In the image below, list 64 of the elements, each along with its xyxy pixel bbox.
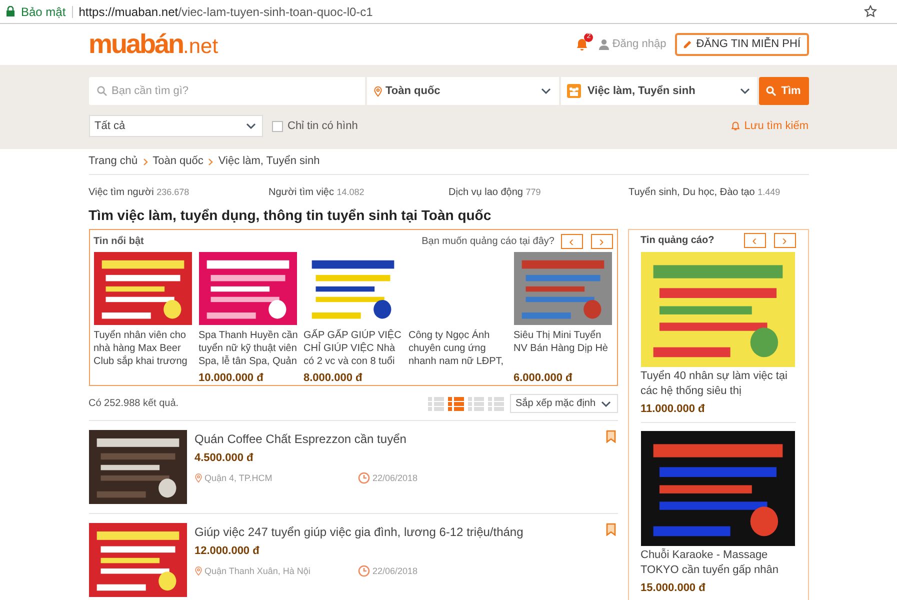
listing-title[interactable]: GẤP GẤP GIÚP VIỆC CHỈ GIÚP VIỆC Nhà có 2 vc và con 8 tuổi	[304, 329, 406, 368]
listing-date: 22/06/2018	[372, 564, 418, 578]
listing-title[interactable]: Quán Coffee Chất Esprezzon cần tuyển	[194, 430, 598, 448]
breadcrumb-link[interactable]: Toàn quốc	[152, 153, 204, 170]
category-link[interactable]: Tuyển sinh, Du học, Đào tạo 1.449	[628, 185, 808, 200]
location-pin-icon	[194, 566, 202, 576]
view-toggle-icon[interactable]	[448, 396, 464, 410]
listing-title[interactable]: Công ty Ngọc Ánh chuyên cung ứng nhanh nam nữ LĐPT,	[408, 329, 512, 368]
pencil-icon	[683, 40, 692, 49]
listing-price: 12.000.000 đ	[194, 544, 260, 559]
search-field[interactable]: Bạn cần tìm gì?	[88, 77, 364, 105]
chevron-right-icon	[208, 158, 214, 166]
listing-date: 22/06/2018	[372, 472, 418, 484]
listing-title[interactable]: Siêu Thị Mini Tuyển NV Bán Hàng Dịp Hè	[514, 329, 616, 368]
listing-price: 11.000.000 đ	[640, 402, 706, 417]
bell-icon	[731, 121, 740, 131]
location-pin-icon	[194, 473, 202, 484]
bell-icon[interactable]	[576, 38, 588, 51]
location-select[interactable]: Toàn quốc	[366, 77, 558, 105]
listing-title[interactable]: Chuỗi Karaoke - Massage TOKYO cần tuyển gấp nhân	[640, 548, 796, 578]
bookmark-icon[interactable]	[606, 430, 616, 443]
view-toggle-icon[interactable]	[468, 396, 484, 410]
category-link[interactable]: Người tìm việc 14.082	[268, 185, 448, 200]
people-icon	[566, 84, 580, 98]
breadcrumb-link[interactable]: Việc làm, Tuyển sinh	[218, 153, 320, 170]
location-pin-icon	[374, 86, 382, 96]
sort-select[interactable]: Sắp xếp mặc định	[510, 394, 618, 413]
listing-title[interactable]: Tuyển 40 nhân sự làm việc tại các hệ thống siêu thị	[640, 369, 796, 399]
listing-price: 4.500.000 đ	[194, 451, 254, 466]
page-title: Tìm việc làm, tuyển dụng, thông tin tuyển sinh tại Toàn quốc	[88, 206, 492, 225]
category-link[interactable]: Việc tìm người 236.678	[88, 185, 268, 200]
panel-title: Tin nổi bật	[94, 234, 145, 248]
listing-title[interactable]: Tuyển nhân viên cho nhà hàng Max Beer Club sắp khai trương	[94, 329, 196, 368]
checkbox-label: Chỉ tin có hình	[288, 118, 358, 134]
checkbox[interactable]	[272, 120, 282, 132]
view-toggle-icon[interactable]	[488, 396, 504, 410]
result-count: Có 252.988 kết quả.	[88, 397, 180, 411]
category-select[interactable]: Việc làm, Tuyển sinh	[560, 77, 756, 105]
clock-icon	[358, 565, 370, 578]
clock-icon	[358, 472, 370, 484]
lock-icon	[6, 6, 15, 17]
panel-title: Tin quảng cáo?	[640, 234, 716, 248]
advertise-link[interactable]: Bạn muốn quảng cáo tại đây?	[422, 234, 554, 248]
chevron-right-icon	[142, 158, 148, 166]
listing-title[interactable]: Spa Thanh Huyền cần tuyển nữ kỹ thuật viên Spa, lễ tân Spa, Quản	[198, 329, 302, 368]
listing-price: 6.000.000 đ	[514, 371, 574, 386]
search-icon	[766, 86, 776, 96]
bookmark-icon[interactable]	[606, 523, 616, 536]
listing-title[interactable]: Giúp việc 247 tuyển giúp việc gia đình, lương 6-12 triệu/tháng	[194, 523, 598, 541]
post-ad-button[interactable]: ĐĂNG TIN MIỄN PHÍ	[675, 33, 808, 56]
url-text[interactable]: https://muaban.net/viec-lam-tuyen-sinh-toan-quoc-l0-c1	[78, 2, 858, 20]
view-toggle-icon[interactable]	[428, 396, 444, 410]
listing-location: Quận Thanh Xuân, Hà Nội	[204, 564, 310, 578]
user-icon	[599, 39, 610, 50]
category-link[interactable]: Dịch vụ lao động 779	[448, 185, 628, 200]
listing-price: 10.000.000 đ	[198, 371, 264, 386]
listing-price: 15.000.000 đ	[640, 580, 706, 596]
breadcrumb-link[interactable]: Trang chủ	[88, 153, 138, 170]
security-label: Bảo mật	[21, 4, 66, 20]
listing-location: Quận 4, TP.HCM	[204, 472, 272, 485]
search-icon	[96, 86, 106, 96]
filter-select[interactable]: Tất cả	[88, 115, 262, 137]
star-icon[interactable]	[864, 5, 877, 18]
listing-price: 8.000.000 đ	[304, 371, 364, 386]
